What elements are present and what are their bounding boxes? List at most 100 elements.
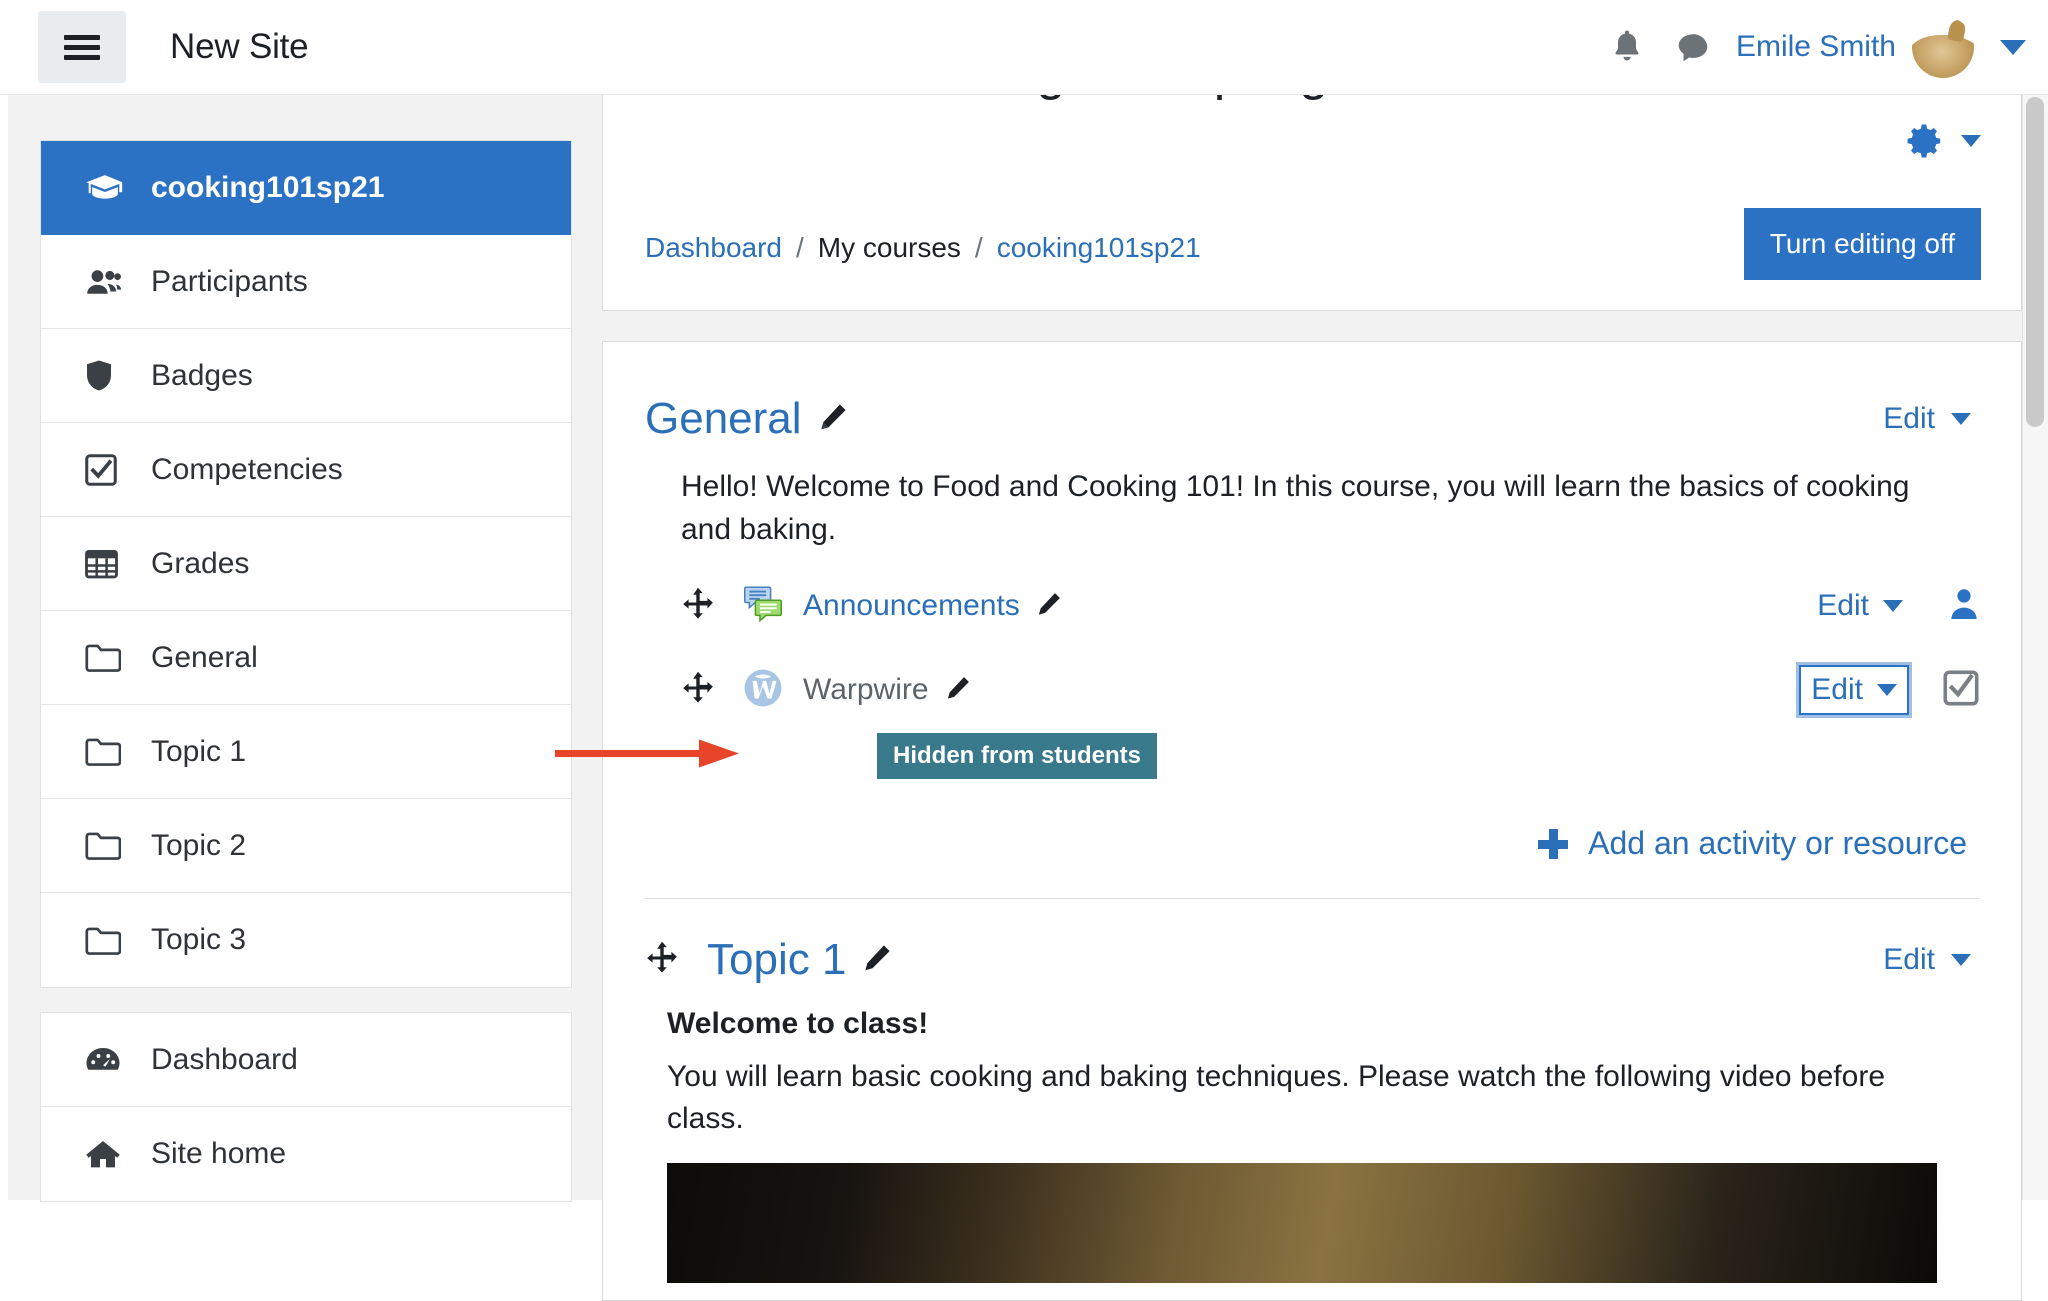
chevron-down-icon bbox=[1951, 413, 1971, 425]
plus-icon bbox=[1538, 829, 1568, 859]
activity-edit-menu[interactable]: Edit bbox=[1799, 665, 1909, 715]
page-body: cooking101sp21 Participants bbox=[0, 95, 2048, 1200]
section-topic-1: Topic 1 Edit Welcome to class! You will … bbox=[603, 899, 2021, 1283]
message-bubble-icon bbox=[1674, 28, 1712, 66]
site-title: New Site bbox=[170, 27, 308, 67]
pencil-icon[interactable] bbox=[818, 402, 848, 437]
home-icon bbox=[85, 1137, 129, 1171]
breadcrumb-separator: / bbox=[975, 232, 983, 264]
sidebar-item-label: Site home bbox=[151, 1137, 286, 1171]
sidebar-item-label: Topic 3 bbox=[151, 923, 246, 957]
chevron-down-icon bbox=[1961, 135, 1981, 147]
section-topic-1-body: Welcome to class! You will learn basic c… bbox=[667, 1003, 1967, 1141]
sidebar-item-topic-3[interactable]: Topic 3 bbox=[41, 893, 571, 987]
section-topic-1-edit-menu[interactable]: Edit bbox=[1875, 939, 1979, 981]
course-settings-menu[interactable] bbox=[1903, 120, 1981, 162]
sidebar-item-general[interactable]: General bbox=[41, 611, 571, 705]
pencil-icon[interactable] bbox=[1036, 591, 1062, 622]
course-content-card: General Edit Hello! Welcome to Food and … bbox=[602, 341, 2022, 1301]
sidebar-item-label: Topic 2 bbox=[151, 829, 246, 863]
top-navbar: New Site Emile Smith bbox=[0, 0, 2048, 95]
user-menu-chevron-down-icon[interactable] bbox=[2000, 40, 2026, 55]
folder-icon bbox=[85, 829, 129, 863]
sidebar-item-label: Participants bbox=[151, 265, 308, 299]
move-arrows-icon[interactable] bbox=[681, 587, 715, 626]
edit-label: Edit bbox=[1811, 673, 1863, 707]
sidebar-item-participants[interactable]: Participants bbox=[41, 235, 571, 329]
sidebar-item-topic-2[interactable]: Topic 2 bbox=[41, 799, 571, 893]
folder-icon bbox=[85, 641, 129, 675]
add-activity-row: Add an activity or resource bbox=[645, 825, 1979, 862]
person-icon[interactable] bbox=[1949, 587, 1979, 626]
table-icon bbox=[85, 547, 129, 581]
section-topic-1-header: Topic 1 Edit bbox=[645, 899, 1979, 985]
move-arrows-icon[interactable] bbox=[645, 941, 679, 980]
activity-edit-menu[interactable]: Edit bbox=[1805, 581, 1915, 631]
sidebar-item-grades[interactable]: Grades bbox=[41, 517, 571, 611]
dashboard-gauge-icon bbox=[85, 1043, 129, 1077]
breadcrumb-item-cooking101sp21[interactable]: cooking101sp21 bbox=[997, 232, 1201, 264]
hamburger-icon bbox=[64, 30, 100, 65]
edit-label: Edit bbox=[1817, 589, 1869, 623]
folder-icon bbox=[85, 923, 129, 957]
sidebar-item-label: Topic 1 bbox=[151, 735, 246, 769]
warpwire-w-icon bbox=[743, 668, 783, 713]
checked-checkbox-icon[interactable] bbox=[1943, 670, 1979, 711]
hamburger-menu-button[interactable] bbox=[38, 11, 126, 83]
page-scrollbar[interactable] bbox=[2022, 95, 2048, 1200]
section-title-general[interactable]: General bbox=[645, 394, 802, 444]
sidebar-item-label: cooking101sp21 bbox=[151, 171, 384, 205]
section-general-summary: Hello! Welcome to Food and Cooking 101! … bbox=[681, 466, 1951, 551]
topic-1-heading: Welcome to class! bbox=[667, 1003, 1967, 1046]
breadcrumb-item-my-courses: My courses bbox=[818, 232, 961, 264]
topic-1-description: You will learn basic cooking and baking … bbox=[667, 1060, 1885, 1136]
sidebar-site-group: Dashboard Site home bbox=[40, 1012, 572, 1202]
activity-warpwire: Warpwire Edit bbox=[681, 661, 1979, 719]
course-sidebar: cooking101sp21 Participants bbox=[40, 140, 572, 1226]
scrollbar-thumb[interactable] bbox=[2026, 97, 2044, 427]
add-activity-or-resource-link[interactable]: Add an activity or resource bbox=[1588, 825, 1967, 862]
sidebar-item-site-home[interactable]: Site home bbox=[41, 1107, 571, 1201]
navbar-right-group: Emile Smith bbox=[1594, 14, 2048, 80]
sidebar-item-label: General bbox=[151, 641, 258, 675]
breadcrumb-separator: / bbox=[796, 232, 804, 264]
turn-editing-off-button[interactable]: Turn editing off bbox=[1744, 208, 1981, 280]
activity-announcements: Announcements Edit bbox=[681, 577, 1979, 635]
pencil-icon[interactable] bbox=[862, 943, 892, 978]
shield-icon bbox=[85, 359, 129, 393]
video-thumbnail[interactable] bbox=[667, 1163, 1937, 1283]
messages-button[interactable] bbox=[1660, 14, 1726, 80]
sidebar-item-badges[interactable]: Badges bbox=[41, 329, 571, 423]
activity-link-announcements[interactable]: Announcements bbox=[803, 589, 1020, 623]
sidebar-item-topic-1[interactable]: Topic 1 bbox=[41, 705, 571, 799]
users-icon bbox=[85, 265, 129, 299]
sidebar-item-label: Badges bbox=[151, 359, 253, 393]
section-general: General Edit Hello! Welcome to Food and … bbox=[603, 342, 2021, 862]
announcements-forum-icon bbox=[743, 585, 783, 628]
pencil-icon[interactable] bbox=[945, 675, 971, 706]
chevron-down-icon bbox=[1877, 684, 1897, 696]
activity-link-warpwire[interactable]: Warpwire bbox=[803, 673, 929, 707]
sidebar-item-label: Competencies bbox=[151, 453, 343, 487]
sidebar-item-competencies[interactable]: Competencies bbox=[41, 423, 571, 517]
sidebar-course-group: cooking101sp21 Participants bbox=[40, 140, 572, 988]
section-general-edit-menu[interactable]: Edit bbox=[1875, 398, 1979, 440]
user-name: Emile Smith bbox=[1736, 30, 1896, 64]
bell-icon bbox=[1609, 27, 1645, 67]
notifications-button[interactable] bbox=[1594, 14, 1660, 80]
move-arrows-icon[interactable] bbox=[681, 671, 715, 710]
sidebar-item-label: Dashboard bbox=[151, 1043, 298, 1077]
folder-icon bbox=[85, 735, 129, 769]
chevron-down-icon bbox=[1883, 600, 1903, 612]
sidebar-item-dashboard[interactable]: Dashboard bbox=[41, 1013, 571, 1107]
gear-icon bbox=[1903, 120, 1945, 162]
sidebar-item-cooking101sp21[interactable]: cooking101sp21 bbox=[41, 141, 571, 235]
breadcrumb-item-dashboard[interactable]: Dashboard bbox=[645, 232, 782, 264]
activity-announcements-controls: Edit bbox=[1805, 581, 1979, 631]
edit-label: Edit bbox=[1883, 943, 1935, 977]
user-menu[interactable]: Emile Smith bbox=[1736, 16, 1974, 78]
section-title-topic-1[interactable]: Topic 1 bbox=[707, 935, 846, 985]
checkbox-icon bbox=[85, 453, 129, 487]
breadcrumb: Dashboard / My courses / cooking101sp21 bbox=[645, 232, 1201, 264]
red-arrow-icon bbox=[553, 734, 743, 779]
